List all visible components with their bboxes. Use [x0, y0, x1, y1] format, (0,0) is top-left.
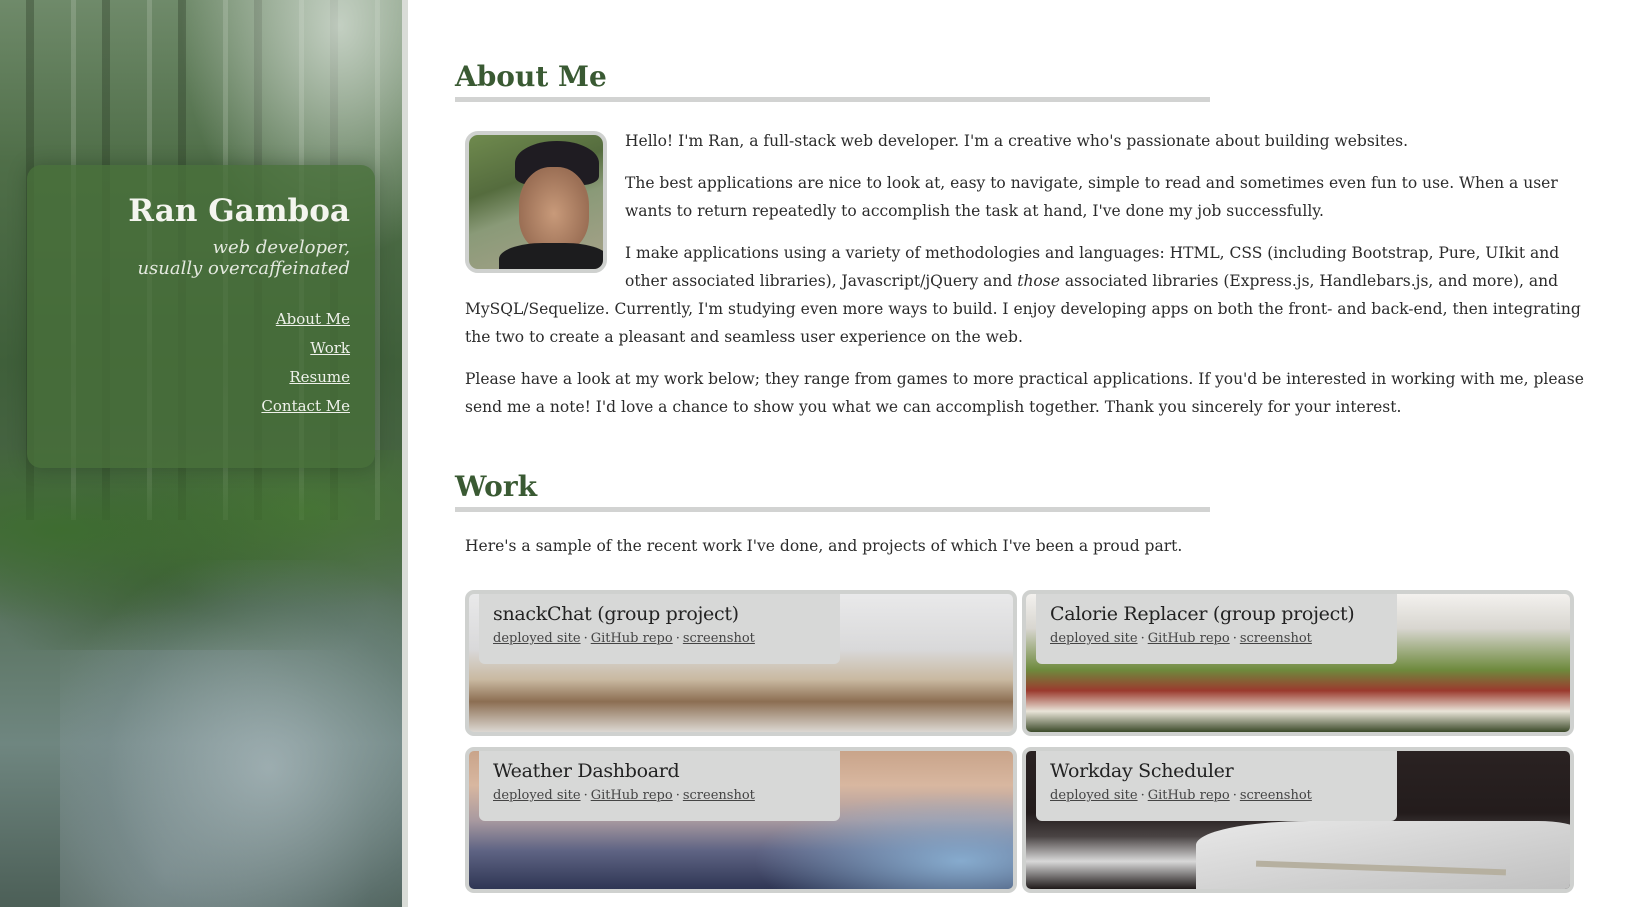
project-card-label: Workday Scheduler deployed site · GitHub r… — [1036, 751, 1397, 821]
project-card-label: snackChat (group project) deployed site ·… — [479, 594, 840, 664]
screenshot-link[interactable]: screenshot — [1240, 788, 1312, 803]
project-title: snackChat (group project) — [493, 603, 739, 625]
about-paragraph-1: Hello! I'm Ran, a full-stack web develop… — [625, 132, 1409, 150]
project-title: Calorie Replacer (group project) — [1050, 603, 1355, 625]
nav-link-about-me[interactable]: About Me — [27, 305, 350, 334]
work-title-rule — [455, 507, 1210, 512]
photo-face — [519, 167, 589, 252]
screenshot-link[interactable]: screenshot — [683, 631, 755, 646]
profile-photo — [465, 131, 607, 273]
project-card-snackchat[interactable]: snackChat (group project) deployed site ·… — [465, 590, 1017, 736]
work-intro: Here's a sample of the recent work I've … — [465, 537, 1183, 555]
tagline-line-2: usually overcaffeinated — [137, 258, 350, 279]
project-links: deployed site · GitHub repo · screenshot — [493, 785, 840, 807]
github-repo-link[interactable]: GitHub repo — [591, 788, 673, 803]
link-separator: · — [583, 631, 588, 646]
screenshot-link[interactable]: screenshot — [683, 788, 755, 803]
project-links: deployed site · GitHub repo · screenshot — [493, 628, 840, 650]
project-card-weather-dashboard[interactable]: Weather Dashboard deployed site · GitHub r… — [465, 747, 1017, 893]
link-separator: · — [675, 631, 680, 646]
github-repo-link[interactable]: GitHub repo — [591, 631, 673, 646]
about-paragraph-3-emphasis: those — [1017, 272, 1060, 290]
about-paragraph-2: The best applications are nice to look a… — [625, 174, 1558, 220]
project-title: Workday Scheduler — [1050, 760, 1234, 782]
deployed-site-link[interactable]: deployed site — [1050, 631, 1138, 646]
nav-link-resume[interactable]: Resume — [27, 363, 350, 392]
github-repo-link[interactable]: GitHub repo — [1148, 788, 1230, 803]
profile-nav: About Me Work Resume Contact Me — [27, 305, 350, 421]
link-separator: · — [583, 788, 588, 803]
photo-shirt — [499, 243, 603, 269]
nav-link-contact-me[interactable]: Contact Me — [27, 392, 350, 421]
project-card-label: Weather Dashboard deployed site · GitHub r… — [479, 751, 840, 821]
link-separator: · — [1232, 631, 1237, 646]
deployed-site-link[interactable]: deployed site — [1050, 788, 1138, 803]
project-title: Weather Dashboard — [493, 760, 680, 782]
about-body: Hello! I'm Ran, a full-stack web develop… — [465, 127, 1600, 421]
project-card-workday-scheduler[interactable]: Workday Scheduler deployed site · GitHub r… — [1022, 747, 1574, 893]
link-separator: · — [1140, 631, 1145, 646]
nav-link-work[interactable]: Work — [27, 334, 350, 363]
github-repo-link[interactable]: GitHub repo — [1148, 631, 1230, 646]
about-paragraph-4: Please have a look at my work below; the… — [465, 370, 1584, 416]
main-content: About Me Hello! I'm Ran, a full-stack we… — [455, 0, 1605, 907]
profile-name: Ran Gamboa — [128, 193, 350, 229]
deployed-site-link[interactable]: deployed site — [493, 788, 581, 803]
notebook-paper — [1196, 821, 1570, 889]
about-title-rule — [455, 97, 1210, 102]
deployed-site-link[interactable]: deployed site — [493, 631, 581, 646]
sidebar-edge — [402, 0, 408, 907]
link-separator: · — [1140, 788, 1145, 803]
project-card-label: Calorie Replacer (group project) deploye… — [1036, 594, 1397, 664]
project-links: deployed site · GitHub repo · screenshot — [1050, 628, 1397, 650]
about-section: About Me Hello! I'm Ran, a full-stack we… — [455, 60, 1605, 435]
project-links: deployed site · GitHub repo · screenshot — [1050, 785, 1397, 807]
project-card-calorie-replacer[interactable]: Calorie Replacer (group project) deploye… — [1022, 590, 1574, 736]
profile-tagline: web developer, usually overcaffeinated — [27, 237, 350, 279]
profile-card: Ran Gamboa web developer, usually overca… — [27, 165, 375, 468]
about-title: About Me — [455, 60, 607, 93]
link-separator: · — [675, 788, 680, 803]
screenshot-link[interactable]: screenshot — [1240, 631, 1312, 646]
link-separator: · — [1232, 788, 1237, 803]
forest-background-stream — [60, 560, 408, 907]
about-paragraph-3: I make applications using a variety of m… — [465, 239, 1600, 351]
sidebar: Ran Gamboa web developer, usually overca… — [0, 0, 408, 907]
work-section: Work Here's a sample of the recent work … — [455, 470, 1605, 893]
work-title: Work — [455, 470, 537, 503]
tagline-line-1: web developer, — [212, 237, 350, 258]
